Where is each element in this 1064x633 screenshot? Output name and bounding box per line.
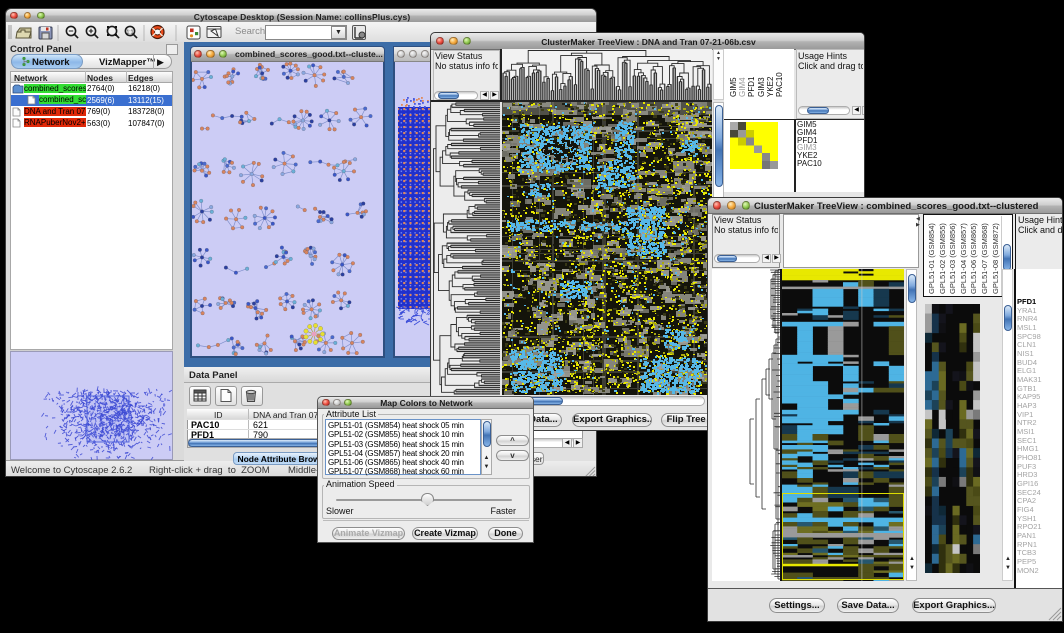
svg-text:1:1: 1:1 [127, 30, 134, 36]
